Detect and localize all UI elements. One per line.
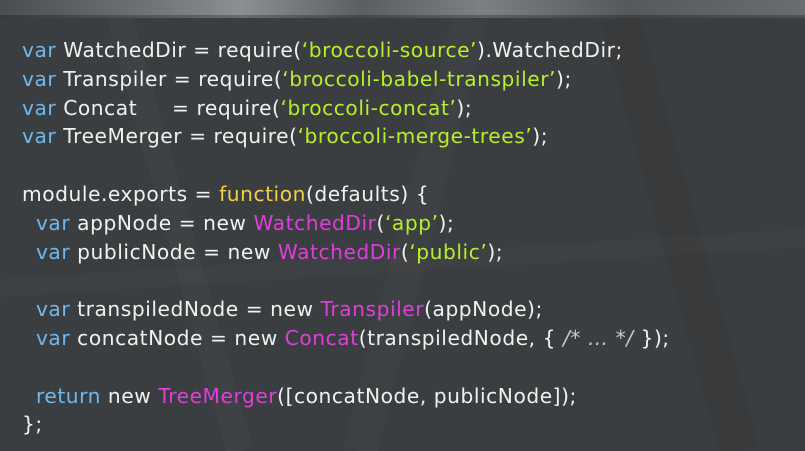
code-token-keyword: var bbox=[22, 38, 57, 62]
code-token-text: appNode = new bbox=[70, 210, 254, 235]
code-line: var Transpiler = require(‘broccoli-babel… bbox=[22, 65, 670, 94]
code-token-class: TreeMerger bbox=[158, 383, 278, 408]
code-token-text: ).WatchedDir; bbox=[477, 38, 623, 62]
code-token-string: ‘broccoli-source’ bbox=[301, 38, 478, 62]
code-token-class: Concat bbox=[284, 325, 359, 350]
code-token-text: (transpiledNode, { bbox=[358, 325, 563, 350]
code-token-text: (appNode); bbox=[424, 297, 543, 322]
code-line: var Concat = require(‘broccoli-concat’); bbox=[22, 94, 670, 123]
code-line: module.exports = function(defaults) { bbox=[22, 180, 670, 209]
code-token-function: function bbox=[219, 181, 306, 206]
code-token-text: publicNode = new bbox=[70, 239, 278, 264]
code-token-text: module.exports = bbox=[22, 181, 220, 206]
code-token-string: ‘public’ bbox=[409, 239, 488, 264]
code-token-class: WatchedDir bbox=[253, 210, 377, 235]
code-token-text: Transpiler = require( bbox=[56, 66, 283, 91]
code-token-text: concatNode = new bbox=[70, 325, 285, 350]
code-token-keyword: var bbox=[35, 210, 71, 235]
code-token-string: ‘broccoli-concat’ bbox=[280, 95, 457, 120]
code-token-text: }; bbox=[22, 412, 43, 437]
code-token-class: Transpiler bbox=[320, 297, 425, 322]
top-photo-strip bbox=[0, 0, 805, 18]
code-token-string: ‘app’ bbox=[384, 210, 439, 235]
code-token-string: ‘broccoli-merge-trees’ bbox=[297, 124, 533, 149]
code-token-text: ( bbox=[376, 210, 385, 235]
code-token-keyword: var bbox=[35, 239, 71, 264]
code-token-comment: /* … */ bbox=[562, 325, 634, 350]
code-token-keyword: var bbox=[35, 297, 71, 322]
code-token-text: transpiledNode = new bbox=[70, 297, 321, 322]
code-token-text: ); bbox=[487, 239, 504, 264]
code-token-text: ); bbox=[438, 210, 455, 235]
code-token-text: }); bbox=[633, 325, 670, 350]
code-block: var WatchedDir = require(‘broccoli-sourc… bbox=[22, 36, 670, 439]
code-token-text: new bbox=[100, 383, 159, 408]
code-line: var TreeMerger = require(‘broccoli-merge… bbox=[22, 122, 670, 151]
code-line: var concatNode = new Concat(transpiledNo… bbox=[22, 324, 670, 353]
code-token-text: ([concatNode, publicNode]); bbox=[277, 383, 577, 408]
slide: var WatchedDir = require(‘broccoli-sourc… bbox=[0, 0, 805, 451]
code-token-class: WatchedDir bbox=[277, 239, 401, 264]
code-token-keyword: var bbox=[22, 95, 57, 120]
code-token-keyword: return bbox=[35, 383, 101, 408]
code-token-keyword: var bbox=[22, 124, 57, 149]
code-line: var appNode = new WatchedDir(‘app’); bbox=[22, 209, 670, 238]
code-token-keyword: var bbox=[35, 325, 71, 350]
code-line: var transpiledNode = new Transpiler(appN… bbox=[22, 295, 670, 324]
code-line: var publicNode = new WatchedDir(‘public’… bbox=[22, 238, 670, 267]
code-token-string: ‘broccoli-babel-transpiler’ bbox=[282, 66, 557, 91]
code-token-text: ); bbox=[532, 124, 549, 149]
code-token-keyword: var bbox=[22, 66, 57, 91]
code-line: var WatchedDir = require(‘broccoli-sourc… bbox=[22, 36, 670, 65]
code-token-text: ); bbox=[456, 95, 473, 120]
code-token-text: WatchedDir = require( bbox=[56, 38, 302, 62]
code-line: }; bbox=[22, 410, 670, 439]
code-token-text: ); bbox=[556, 66, 572, 91]
code-token-text: (defaults) { bbox=[305, 181, 430, 206]
code-token-text: TreeMerger = require( bbox=[56, 124, 298, 149]
code-line: return new TreeMerger([concatNode, publi… bbox=[22, 382, 670, 411]
code-token-text: Concat = require( bbox=[56, 95, 281, 120]
